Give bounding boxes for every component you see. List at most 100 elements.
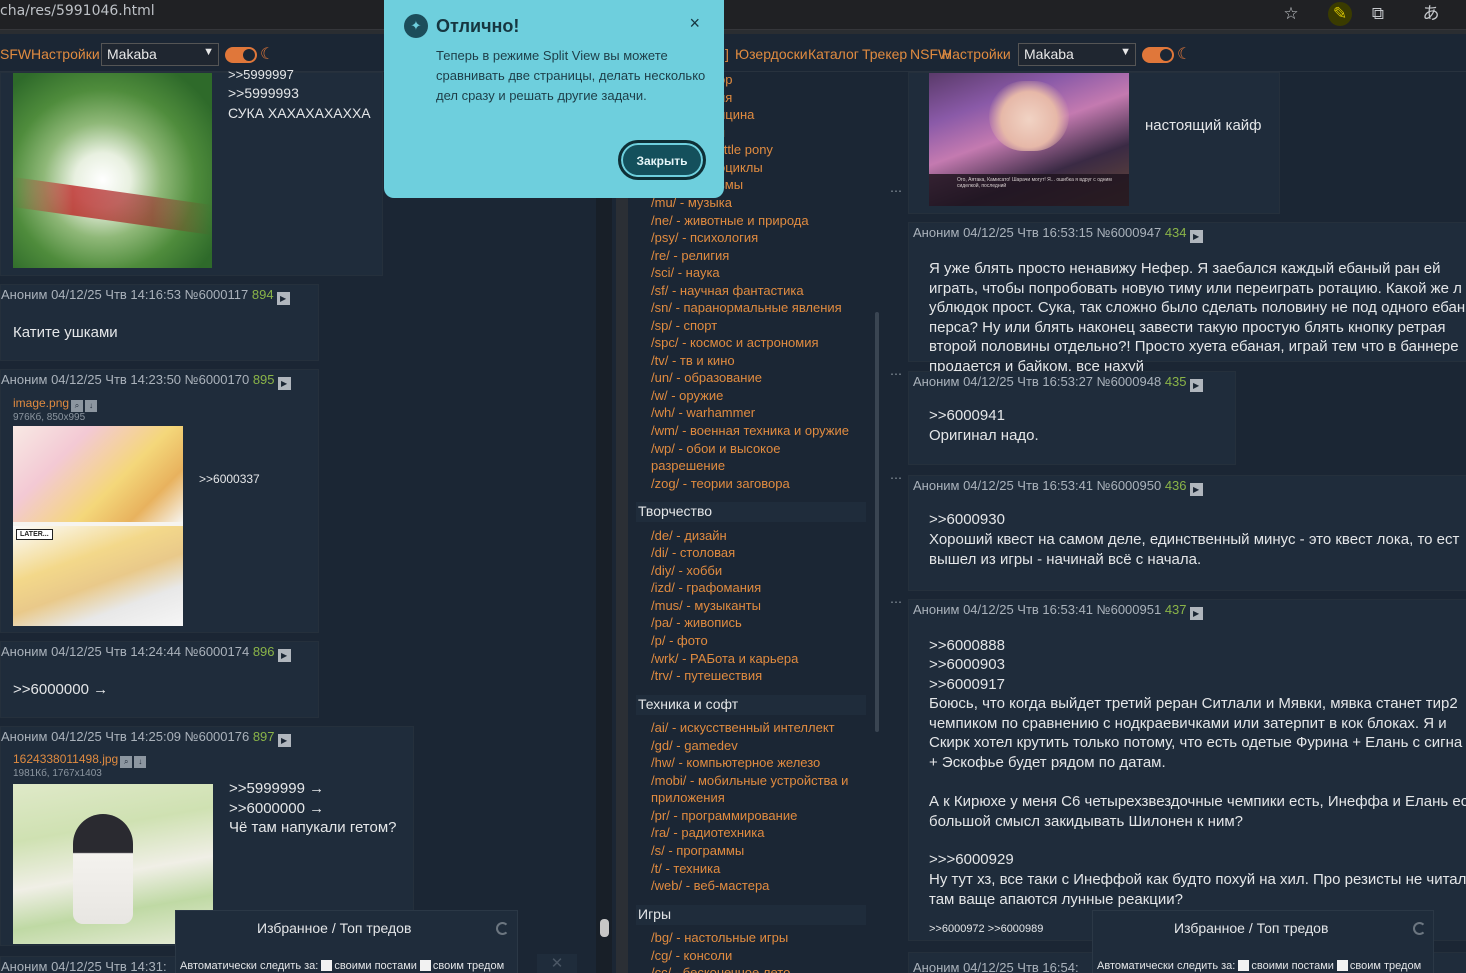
checkbox-own-posts[interactable]	[321, 960, 333, 971]
board-link[interactable]: разрешение	[651, 458, 725, 473]
close-button[interactable]: Закрыть	[618, 140, 706, 180]
star-icon[interactable]: ☆	[1279, 2, 1303, 26]
board-link[interactable]: /un/ - образование	[651, 370, 762, 385]
board-link[interactable]: оциклы	[718, 160, 763, 175]
board-group-heading[interactable]: Техника и софт	[636, 695, 866, 715]
board-list-scrollbar[interactable]	[875, 312, 879, 732]
reply-link[interactable]: >>5999999 →	[229, 779, 324, 799]
reply-link[interactable]: >>6000903	[929, 655, 1005, 675]
nav-link-catalog[interactable]: Каталог	[808, 46, 859, 62]
board-link[interactable]: /sf/ - научная фантастика	[651, 283, 804, 298]
board-link[interactable]: /spc/ - космос и астрономия	[651, 335, 819, 350]
theme-toggle[interactable]	[225, 47, 257, 63]
board-link[interactable]: /sci/ - наука	[651, 265, 720, 280]
post-image[interactable]: Ого, Аятака, Камисато! Шарачи могут! Я..…	[929, 73, 1129, 206]
board-link[interactable]: /t/ - техника	[651, 861, 720, 876]
reply-link[interactable]: >>6000000 →	[229, 799, 324, 819]
board-link[interactable]: /ra/ - радиотехника	[651, 825, 765, 840]
download-icon[interactable]: ↓	[134, 756, 147, 768]
board-link[interactable]: /di/ - столовая	[651, 545, 735, 560]
more-icon[interactable]: ⋯	[890, 367, 902, 381]
reply-link[interactable]: >>5999993	[228, 84, 299, 104]
reply-link[interactable]: >>6000337	[199, 470, 260, 490]
favorites-title[interactable]: Избранное / Топ тредов	[257, 920, 411, 936]
board-link[interactable]: /cg/ - консоли	[651, 948, 732, 963]
style-select[interactable]: Makaba ▼	[1018, 43, 1136, 66]
play-icon[interactable]: ▶	[277, 377, 291, 390]
board-link[interactable]: /pr/ - программирование	[651, 808, 797, 823]
nav-link-settings[interactable]: Настройки	[31, 46, 100, 62]
board-link[interactable]: /re/ - религия	[651, 248, 729, 263]
board-link[interactable]: /mobi/ - мобильные устройства и	[651, 773, 848, 788]
reply-link[interactable]: >>6000000 →	[13, 680, 108, 700]
translate-icon[interactable]: あ	[1419, 2, 1443, 26]
play-icon[interactable]: ▶	[276, 292, 290, 305]
more-icon[interactable]: ⋯	[890, 184, 902, 198]
close-icon[interactable]: ✕	[537, 954, 577, 973]
search-icon[interactable]: ⌕	[71, 400, 84, 412]
play-icon[interactable]: ▶	[277, 734, 291, 747]
file-name[interactable]: 1624338011498.jpg ⌕ ↓	[13, 752, 147, 768]
refresh-icon[interactable]	[1413, 922, 1426, 935]
reply-link[interactable]: >>6000941	[929, 406, 1005, 426]
nav-link-settings[interactable]: Настройки	[942, 46, 1011, 62]
board-link[interactable]: /p/ - фото	[651, 633, 708, 648]
board-link[interactable]: /wp/ - обои и высокое	[651, 441, 780, 456]
play-icon[interactable]: ▶	[1189, 483, 1203, 496]
theme-toggle[interactable]	[1142, 47, 1174, 63]
board-link[interactable]: /wrk/ - РАБота и карьера	[651, 651, 798, 666]
reply-link[interactable]: >>6000917	[929, 675, 1005, 695]
play-icon[interactable]: ▶	[1189, 607, 1203, 620]
board-link[interactable]: /w/ - оружие	[651, 388, 723, 403]
board-group-heading[interactable]: Игры	[636, 905, 866, 925]
board-link[interactable]: /ne/ - животные и природа	[651, 213, 809, 228]
board-link[interactable]: /wm/ - военная техника и оружие	[651, 423, 849, 438]
board-link[interactable]: /trv/ - путешествия	[651, 668, 762, 683]
board-link[interactable]: /wh/ - warhammer	[651, 405, 755, 420]
search-icon[interactable]: ⌕	[120, 756, 133, 768]
board-link[interactable]: /sp/ - спорт	[651, 318, 717, 333]
board-link[interactable]: /s/ - программы	[651, 843, 744, 858]
board-link[interactable]: /pa/ - живопись	[651, 615, 742, 630]
post-image[interactable]: LATER...	[13, 426, 183, 626]
nav-link-sfw[interactable]: SFW	[0, 46, 31, 62]
board-link[interactable]: приложения	[651, 790, 725, 805]
board-link[interactable]: /izd/ - графомания	[651, 580, 761, 595]
reply-link[interactable]: >>5999997	[228, 65, 294, 85]
board-link[interactable]: /hw/ - компьютерное железо	[651, 755, 820, 770]
board-link[interactable]: /diy/ - хобби	[651, 563, 722, 578]
board-link[interactable]: /zog/ - теории заговора	[651, 476, 790, 491]
close-icon[interactable]: ×	[689, 13, 700, 34]
board-link[interactable]: /gd/ - gamedev	[651, 738, 738, 753]
play-icon[interactable]: ▶	[1189, 379, 1203, 392]
more-icon[interactable]: ⋯	[890, 471, 902, 485]
download-icon[interactable]: ↓	[85, 400, 98, 412]
left-scroll-thumb[interactable]	[600, 919, 609, 937]
board-link[interactable]: /web/ - веб-мастера	[651, 878, 769, 893]
more-icon[interactable]: ⋯	[890, 595, 902, 609]
reply-link[interactable]: >>>6000929	[929, 850, 1014, 870]
board-link[interactable]: /tv/ - тв и кино	[651, 353, 735, 368]
board-link[interactable]: /mus/ - музыканты	[651, 598, 761, 613]
board-link[interactable]: /psy/ - психология	[651, 230, 758, 245]
reply-link[interactable]: >>6000930	[929, 510, 1005, 530]
backref-links[interactable]: >>6000972 >>6000989	[929, 920, 1043, 940]
refresh-icon[interactable]	[496, 922, 509, 935]
address-bar[interactable]: cha/res/5991046.html	[0, 3, 155, 19]
play-icon[interactable]: ▶	[1189, 230, 1203, 243]
extension-icon[interactable]: ✎	[1328, 2, 1352, 26]
checkbox-own-posts[interactable]	[1238, 960, 1250, 971]
nav-link-userboards[interactable]: Юзердоски	[735, 46, 808, 62]
puzzle-icon[interactable]: ⧉	[1366, 2, 1390, 26]
reply-link[interactable]: >>6000888	[929, 636, 1005, 656]
board-link[interactable]: little pony	[718, 142, 773, 157]
board-link[interactable]: /bg/ - настольные игры	[651, 930, 788, 945]
post-image[interactable]	[13, 73, 212, 268]
checkbox-own-thread[interactable]	[1336, 960, 1348, 971]
board-link[interactable]: /cc/ - бесконечное лето	[651, 965, 790, 973]
file-name[interactable]: image.png ⌕ ↓	[13, 396, 98, 412]
board-group-heading[interactable]: Творчество	[636, 502, 866, 522]
favorites-title[interactable]: Избранное / Топ тредов	[1174, 920, 1328, 936]
style-select[interactable]: Makaba ▼	[101, 43, 219, 66]
checkbox-own-thread[interactable]	[419, 960, 431, 971]
